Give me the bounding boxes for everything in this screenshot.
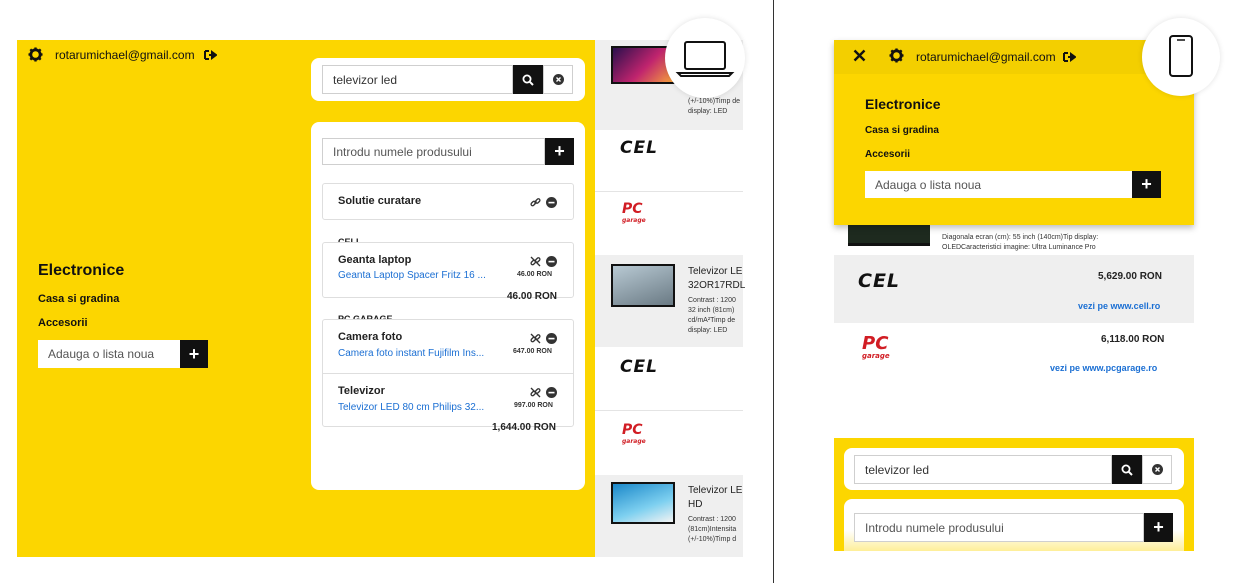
item-link[interactable]: Geanta Laptop Spacer Fritz 16 ... xyxy=(338,270,486,281)
product-name-input[interactable]: Introdu numele produsului xyxy=(322,138,545,165)
logout-icon[interactable] xyxy=(1063,50,1077,62)
gear-icon[interactable] xyxy=(28,47,43,62)
remove-icon[interactable] xyxy=(546,254,557,272)
add-list-button[interactable]: + xyxy=(1132,171,1161,198)
plus-icon: + xyxy=(554,141,565,161)
category-electronice[interactable]: Electronice xyxy=(865,96,940,112)
close-circle-icon xyxy=(1151,464,1163,475)
unlink-icon[interactable] xyxy=(530,385,541,403)
item-price: 46.00 RON xyxy=(517,271,553,278)
search-icon xyxy=(1121,464,1133,476)
cel-logo: CEL xyxy=(858,270,901,292)
separator xyxy=(773,0,774,583)
divider xyxy=(595,410,743,411)
search-input[interactable]: televizor led xyxy=(322,65,513,94)
product-desc: Contrast : 1200 (81cm)Intensita (+/-10%)… xyxy=(688,516,737,543)
offer-link[interactable]: vezi pe www.pcgarage.ro xyxy=(1050,363,1157,373)
unlink-icon[interactable] xyxy=(530,254,541,272)
item-name: Camera foto xyxy=(338,331,403,343)
new-list-input[interactable]: Adauga o lista noua xyxy=(865,171,1132,198)
smartphone-icon xyxy=(1169,35,1193,77)
plus-icon: + xyxy=(1141,174,1152,194)
clear-search-button[interactable] xyxy=(1142,455,1172,484)
category-casa-si-gradina[interactable]: Casa si gradina xyxy=(865,125,939,136)
add-list-button[interactable]: + xyxy=(180,340,208,368)
clear-search-button[interactable] xyxy=(543,65,573,94)
pcgarage-logo: PC garage xyxy=(862,333,890,361)
unlink-icon[interactable] xyxy=(530,331,541,349)
laptop-badge xyxy=(665,18,745,98)
logout-icon[interactable] xyxy=(204,48,218,60)
search-input[interactable]: televizor led xyxy=(854,455,1112,484)
new-list-input[interactable]: Adauga o lista noua xyxy=(38,340,180,368)
item-link[interactable]: Televizor LED 80 cm Philips 32... xyxy=(338,402,484,413)
tv-thumbnail xyxy=(848,222,930,246)
plus-icon: + xyxy=(188,343,200,364)
product-title[interactable]: Televizor LE 32OR17RDL xyxy=(688,265,745,293)
product-desc: Contrast : 1200 32 inch (81cm) cd/mA²Tim… xyxy=(688,297,736,334)
cel-logo: CEL xyxy=(620,357,658,377)
divider xyxy=(322,373,574,374)
gear-icon[interactable] xyxy=(889,48,904,63)
item-name: Geanta laptop xyxy=(338,254,412,266)
remove-icon[interactable] xyxy=(546,195,557,213)
product-name-input[interactable]: Introdu numele produsului xyxy=(854,513,1144,542)
plus-icon: + xyxy=(1153,517,1164,537)
category-electronice[interactable]: Electronice xyxy=(38,262,124,280)
tv-thumbnail xyxy=(611,482,675,524)
user-email: rotarumichael@gmail.com xyxy=(55,48,195,62)
item-price: 647.00 RON xyxy=(513,348,552,355)
search-button[interactable] xyxy=(513,65,543,94)
item-price: 997.00 RON xyxy=(514,402,553,409)
item-name: Solutie curatare xyxy=(338,195,422,207)
group-total: 46.00 RON xyxy=(507,291,558,302)
item-name: Televizor xyxy=(338,385,385,397)
search-button[interactable] xyxy=(1112,455,1142,484)
laptop-icon xyxy=(675,41,735,77)
remove-icon[interactable] xyxy=(546,331,557,349)
add-product-button[interactable]: + xyxy=(545,138,574,165)
cel-logo: CEL xyxy=(620,138,658,158)
add-product-button[interactable]: + xyxy=(1144,513,1173,542)
search-icon xyxy=(522,74,534,86)
offer-price: 5,629.00 RON xyxy=(1098,271,1162,282)
tv-thumbnail xyxy=(611,264,675,307)
product-desc: Diagonala ecran (cm): 55 inch (140cm)Tip… xyxy=(942,234,1099,251)
pcgarage-logo: PC garage xyxy=(622,201,646,224)
category-accesorii[interactable]: Accesorii xyxy=(38,317,88,329)
phone-badge xyxy=(1142,18,1220,96)
shopping-list-card xyxy=(311,122,585,490)
divider xyxy=(595,191,743,192)
offer-price: 6,118.00 RON xyxy=(1101,334,1165,345)
user-email: rotarumichael@gmail.com xyxy=(916,50,1056,64)
close-icon[interactable] xyxy=(853,49,866,67)
item-link[interactable]: Camera foto instant Fujifilm Ins... xyxy=(338,348,484,359)
category-accesorii[interactable]: Accesorii xyxy=(865,149,910,160)
pcgarage-logo: PC garage xyxy=(622,422,646,445)
close-circle-icon xyxy=(552,74,564,85)
link-icon[interactable] xyxy=(530,195,541,213)
product-title[interactable]: Televizor LE HD xyxy=(688,484,742,512)
offer-link[interactable]: vezi pe www.cell.ro xyxy=(1078,301,1160,311)
group-total: 1,644.00 RON xyxy=(492,422,556,433)
remove-icon[interactable] xyxy=(546,385,557,403)
category-casa-si-gradina[interactable]: Casa si gradina xyxy=(38,293,119,305)
